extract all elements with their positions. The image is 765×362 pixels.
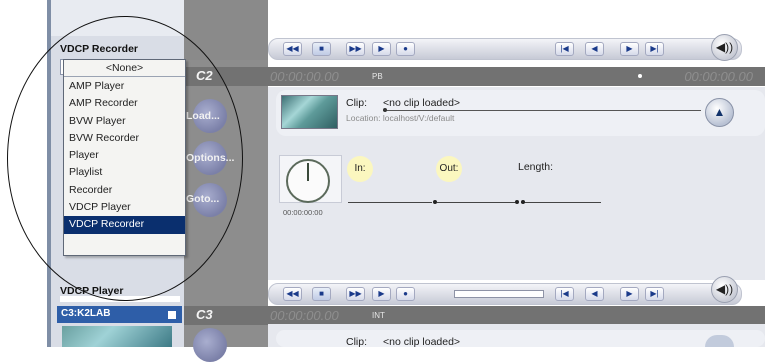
- out-point-marker[interactable]: [515, 200, 519, 204]
- clip-name-c3: <no clip loaded>: [383, 336, 461, 348]
- dropdown-option-player[interactable]: Player: [64, 147, 185, 164]
- channel-c2-timecode-right: 00:00:00.00: [684, 69, 753, 84]
- side-button-column-top: [184, 0, 268, 60]
- volume-icon[interactable]: ◀)): [711, 34, 738, 61]
- in-out-line-1: [348, 202, 432, 203]
- in-out-line-2: [437, 202, 515, 203]
- record-button-c2[interactable]: ●: [396, 287, 415, 301]
- clip-label-c3: Clip:: [346, 336, 368, 348]
- step-back-button[interactable]: ◀: [585, 42, 604, 56]
- dropdown-option-playlist[interactable]: Playlist: [64, 164, 185, 181]
- transport-bar-top: ◀◀ ■ ▶▶ ▶ ● |◀ ◀ ▶ ▶|: [268, 38, 742, 60]
- stop-button[interactable]: ■: [312, 42, 331, 56]
- shuttle-slider[interactable]: [454, 290, 544, 298]
- clock-timecode: 00:00:00:00: [283, 208, 323, 217]
- left-edge-bar: [47, 0, 51, 347]
- clip-location: Location: localhost/V:/default: [346, 113, 455, 123]
- mark-out-button[interactable]: Out:: [436, 156, 462, 182]
- channel-c3-strip: C3 00:00:00.00 INT: [184, 306, 765, 325]
- channel-c3-mode: INT: [372, 311, 385, 320]
- channel-c2-indicator: [638, 74, 642, 78]
- dropdown-option-vdcp-recorder[interactable]: VDCP Recorder: [64, 216, 185, 234]
- channel-list-top: [51, 0, 184, 36]
- protocol-selector-label: VDCP Recorder: [60, 43, 139, 55]
- channel-c3-header[interactable]: C3:K2LAB: [57, 306, 182, 323]
- fast-forward-button-c2[interactable]: ▶▶: [346, 287, 365, 301]
- in-out-line-3: [521, 202, 601, 203]
- record-button[interactable]: ●: [396, 42, 415, 56]
- dropdown-option-amp-recorder[interactable]: AMP Recorder: [64, 95, 185, 112]
- protocol-selector-2[interactable]: [60, 296, 180, 302]
- go-end-button[interactable]: ▶|: [645, 42, 664, 56]
- length-label: Length:: [518, 161, 554, 173]
- play-button[interactable]: ▶: [372, 42, 391, 56]
- step-back-button-c2[interactable]: ◀: [585, 287, 604, 301]
- dropdown-options: AMP Player AMP Recorder BVW Player BVW R…: [64, 78, 185, 234]
- clip-position-line: [383, 110, 701, 111]
- dropdown-option-amp-player[interactable]: AMP Player: [64, 78, 185, 95]
- rewind-button[interactable]: ◀◀: [283, 42, 302, 56]
- channel-c3-timecode: 00:00:00.00: [270, 308, 339, 323]
- channel-c3-label: C3:K2LAB: [61, 308, 111, 319]
- options-button[interactable]: Options...: [186, 152, 234, 164]
- channel-c2-id: C2: [196, 68, 213, 83]
- dropdown-option-recorder[interactable]: Recorder: [64, 182, 185, 199]
- length-marker[interactable]: [521, 200, 525, 204]
- protocol-dropdown: <None> AMP Player AMP Recorder BVW Playe…: [63, 59, 186, 256]
- clip-thumbnail[interactable]: [281, 95, 338, 129]
- fast-forward-button[interactable]: ▶▶: [346, 42, 365, 56]
- dropdown-option-vdcp-player[interactable]: VDCP Player: [64, 199, 185, 216]
- clip-position-marker[interactable]: [383, 108, 387, 112]
- side-button-column: [184, 0, 268, 347]
- volume-icon-c2[interactable]: ◀)): [711, 276, 738, 303]
- step-forward-button[interactable]: ▶: [620, 42, 639, 56]
- clock-hand: [307, 163, 309, 181]
- clip-name: <no clip loaded>: [383, 97, 461, 109]
- dropdown-option-bvw-recorder[interactable]: BVW Recorder: [64, 130, 185, 147]
- load-button-icon-c3[interactable]: [193, 328, 227, 362]
- go-start-button-c2[interactable]: |◀: [555, 287, 574, 301]
- stop-button-c2[interactable]: ■: [312, 287, 331, 301]
- eject-icon[interactable]: ▲: [705, 98, 734, 127]
- eject-icon-c3[interactable]: [705, 335, 734, 347]
- channel-c2-header: C2 00:00:00.00 PB 00:00:00.00: [184, 67, 765, 86]
- clip-label: Clip:: [346, 97, 368, 109]
- dropdown-option-none[interactable]: <None>: [64, 60, 185, 77]
- channel-c2-mode: PB: [372, 72, 383, 81]
- step-forward-button-c2[interactable]: ▶: [620, 287, 639, 301]
- play-button-c2[interactable]: ▶: [372, 287, 391, 301]
- rewind-button-c2[interactable]: ◀◀: [283, 287, 302, 301]
- channel-c3-thumbnail: [62, 326, 172, 347]
- dropdown-option-bvw-player[interactable]: BVW Player: [64, 113, 185, 130]
- channel-c2-timecode: 00:00:00.00: [270, 69, 339, 84]
- go-end-button-c2[interactable]: ▶|: [645, 287, 664, 301]
- mark-in-button[interactable]: In:: [347, 156, 373, 182]
- go-start-button[interactable]: |◀: [555, 42, 574, 56]
- channel-c3-id: C3: [196, 307, 213, 322]
- goto-button[interactable]: Goto...: [186, 193, 219, 205]
- load-button[interactable]: Load...: [186, 110, 220, 122]
- channel-c3-checkbox[interactable]: [167, 310, 177, 320]
